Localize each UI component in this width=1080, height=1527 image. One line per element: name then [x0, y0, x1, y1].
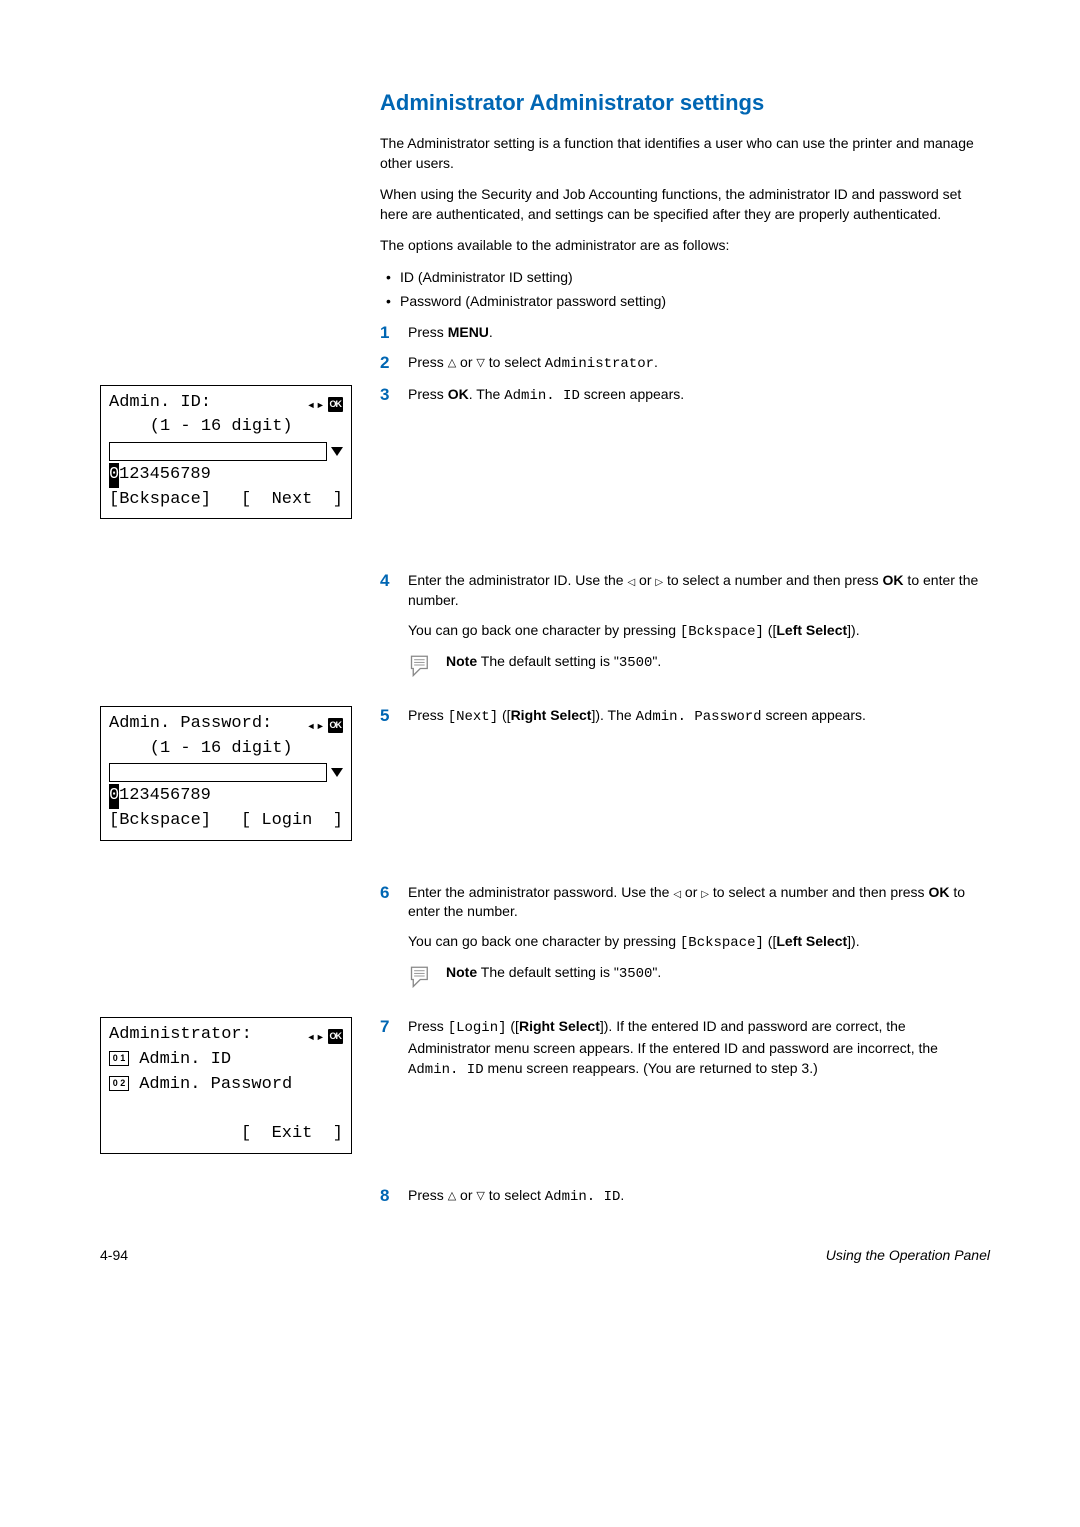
- lcd-menu-item: 0 1 Admin. ID: [109, 1048, 343, 1073]
- step-3: 3 Press OK. The Admin. ID screen appears…: [380, 385, 990, 407]
- page-footer: 4-94 Using the Operation Panel: [100, 1217, 990, 1263]
- lcd-softkey-right: [ Exit ]: [241, 1122, 343, 1147]
- lcd-nav-icons: ◄ ► OK: [306, 712, 343, 737]
- caret-down-icon: [331, 447, 343, 456]
- page-number: 4-94: [100, 1247, 128, 1263]
- lcd-char-strip: 0123456789: [109, 784, 343, 809]
- lcd-softkey-left: [Bckspace]: [109, 809, 211, 834]
- lcd-admin-id: Admin. ID: ◄ ► OK (1 - 16 digit) 0123456…: [100, 385, 352, 520]
- step-8: 8 Press △ or ▽ to select Admin. ID.: [380, 1186, 990, 1208]
- lcd-softkey-left: [Bckspace]: [109, 488, 211, 513]
- left-triangle-icon: ◁: [627, 577, 635, 588]
- list-item: ID (Administrator ID setting): [386, 268, 990, 288]
- step-number: 8: [380, 1186, 398, 1208]
- step-number: 2: [380, 353, 398, 375]
- lcd-title: Administrator:: [109, 1023, 252, 1048]
- right-triangle-icon: ▷: [701, 889, 709, 900]
- lcd-char-strip: 0123456789: [109, 463, 343, 488]
- lcd-range: (1 - 16 digit): [109, 737, 293, 762]
- step-4: 4 Enter the administrator ID. Use the ◁ …: [380, 571, 990, 696]
- step-1: 1 Press MENU.: [380, 323, 990, 343]
- right-triangle-icon: ▷: [655, 577, 663, 588]
- lcd-softkey-right: [ Login ]: [241, 809, 343, 834]
- down-triangle-icon: ▽: [476, 357, 484, 369]
- option-list: ID (Administrator ID setting) Password (…: [380, 268, 990, 311]
- intro-para-2: When using the Security and Job Accounti…: [380, 185, 990, 224]
- note-text: Note The default setting is "3500".: [446, 652, 661, 674]
- step-number: 6: [380, 883, 398, 1008]
- lcd-title: Admin. Password:: [109, 712, 272, 737]
- section-title: Administrator Administrator settings: [380, 90, 990, 116]
- step-number: 5: [380, 706, 398, 728]
- lcd-input-box: [109, 442, 327, 461]
- intro-para-3: The options available to the administrat…: [380, 236, 990, 256]
- up-triangle-icon: △: [448, 357, 456, 369]
- note-icon: [408, 963, 436, 989]
- caret-down-icon: [331, 768, 343, 777]
- lcd-range: (1 - 16 digit): [109, 415, 293, 440]
- up-triangle-icon: △: [448, 1190, 456, 1202]
- note-icon: [408, 652, 436, 678]
- intro-para-1: The Administrator setting is a function …: [380, 134, 990, 173]
- down-triangle-icon: ▽: [476, 1190, 484, 1202]
- step-7: 7 Press [Login] ([Right Select]). If the…: [380, 1017, 990, 1090]
- step-6: 6 Enter the administrator password. Use …: [380, 883, 990, 1008]
- note-text: Note The default setting is "3500".: [446, 963, 661, 985]
- step-number: 7: [380, 1017, 398, 1090]
- lcd-input-box: [109, 763, 327, 782]
- step-2: 2 Press △ or ▽ to select Administrator.: [380, 353, 990, 375]
- lcd-administrator-menu: Administrator: ◄ ► OK 0 1 Admin. ID 0 2 …: [100, 1017, 352, 1153]
- lcd-menu-item: 0 2 Admin. Password: [109, 1073, 343, 1098]
- lcd-nav-icons: ◄ ► OK: [306, 1023, 343, 1048]
- footer-label: Using the Operation Panel: [826, 1247, 990, 1263]
- lcd-title: Admin. ID:: [109, 391, 211, 416]
- left-triangle-icon: ◁: [673, 889, 681, 900]
- list-item: Password (Administrator password setting…: [386, 292, 990, 312]
- step-5: 5 Press [Next] ([Right Select]). The Adm…: [380, 706, 990, 728]
- step-number: 4: [380, 571, 398, 696]
- step-number: 1: [380, 323, 398, 343]
- lcd-softkey-right: [ Next ]: [241, 488, 343, 513]
- lcd-admin-password: Admin. Password: ◄ ► OK (1 - 16 digit) 0…: [100, 706, 352, 841]
- step-number: 3: [380, 385, 398, 407]
- lcd-nav-icons: ◄ ► OK: [306, 391, 343, 416]
